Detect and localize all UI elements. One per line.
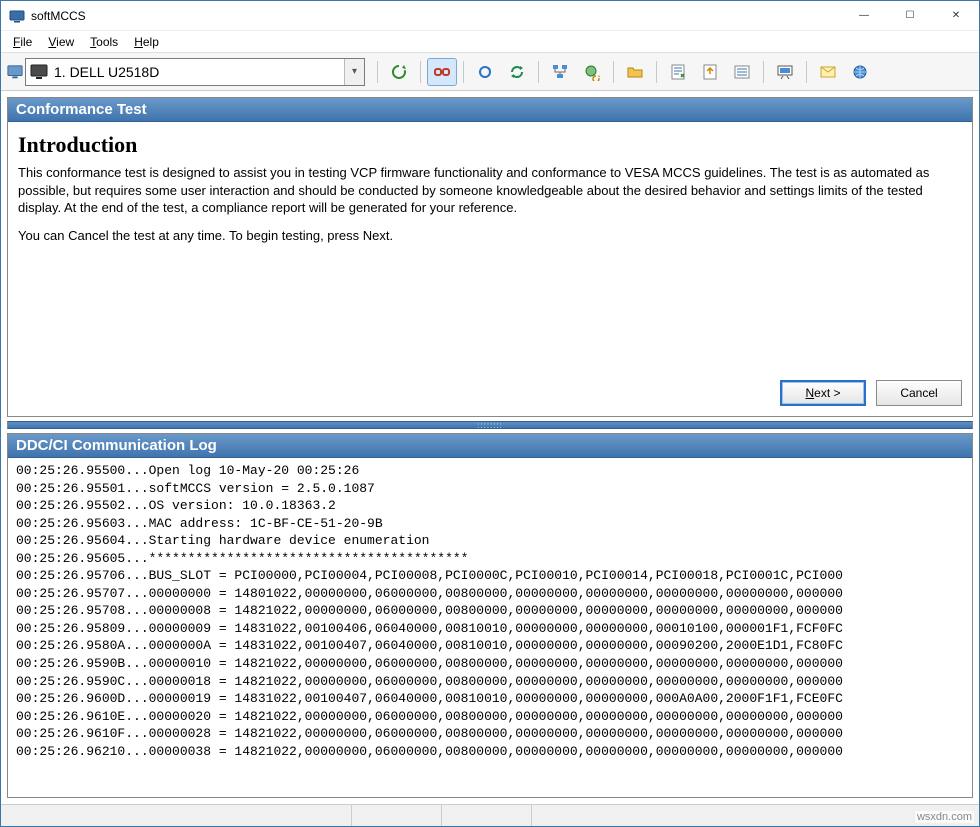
export-button[interactable] [695,58,725,86]
status-bar [1,804,979,826]
conformance-body: Introduction This conformance test is de… [8,122,972,373]
next-button[interactable]: Next > [780,380,866,406]
app-window: softMCCS — ☐ ✕ File View Tools Help 1. D… [0,0,980,827]
globe-refresh-button[interactable] [577,58,607,86]
title-bar: softMCCS — ☐ ✕ [1,1,979,31]
content-area: Conformance Test Introduction This confo… [1,91,979,804]
display-select-icon [26,63,52,81]
menu-help[interactable]: Help [126,33,167,51]
display-select-value: 1. DELL U2518D [52,64,344,80]
close-button[interactable]: ✕ [933,1,979,30]
log-header: DDC/CI Communication Log [8,434,972,458]
tree-button[interactable] [545,58,575,86]
app-icon [9,8,25,24]
menu-tools[interactable]: Tools [82,33,126,51]
toolbar: 1. DELL U2518D ▾ [1,53,979,91]
cancel-button[interactable]: Cancel [876,380,962,406]
status-cell [1,805,351,826]
link-button[interactable] [427,58,457,86]
status-cell [531,805,621,826]
menu-bar: File View Tools Help [1,31,979,53]
minimize-button[interactable]: — [841,1,887,30]
status-cell [351,805,441,826]
intro-paragraph-2: You can Cancel the test at any time. To … [18,227,962,245]
presentation-button[interactable] [770,58,800,86]
toolbar-separator [806,61,807,83]
grip-icon: :::::::: [477,421,503,430]
intro-paragraph-1: This conformance test is designed to ass… [18,164,962,217]
wizard-buttons: Next > Cancel [8,373,972,416]
save-doc-button[interactable] [663,58,693,86]
rotate-button[interactable] [470,58,500,86]
maximize-button[interactable]: ☐ [887,1,933,30]
splitter-handle[interactable]: :::::::: [7,421,973,429]
watermark: wsxdn.com [915,811,974,823]
toolbar-separator [613,61,614,83]
web-button[interactable] [845,58,875,86]
window-title: softMCCS [31,9,841,23]
monitor-icon [7,64,23,80]
toolbar-separator [463,61,464,83]
list-button[interactable] [727,58,757,86]
menu-view[interactable]: View [40,33,82,51]
toolbar-separator [377,61,378,83]
conformance-header: Conformance Test [8,98,972,122]
display-select[interactable]: 1. DELL U2518D ▾ [25,58,365,86]
folder-open-button[interactable] [620,58,650,86]
toolbar-separator [420,61,421,83]
toolbar-separator [538,61,539,83]
menu-file[interactable]: File [5,33,40,51]
toolbar-separator [763,61,764,83]
status-cell [441,805,531,826]
mail-button[interactable] [813,58,843,86]
dropdown-arrow-icon[interactable]: ▾ [344,59,364,85]
log-body[interactable]: 00:25:26.95500...Open log 10-May-20 00:2… [8,458,972,758]
toolbar-separator [656,61,657,83]
cycle-button[interactable] [502,58,532,86]
log-panel: DDC/CI Communication Log 00:25:26.95500.… [7,433,973,798]
refresh-button[interactable] [384,58,414,86]
conformance-panel: Conformance Test Introduction This confo… [7,97,973,417]
intro-title: Introduction [18,132,962,158]
